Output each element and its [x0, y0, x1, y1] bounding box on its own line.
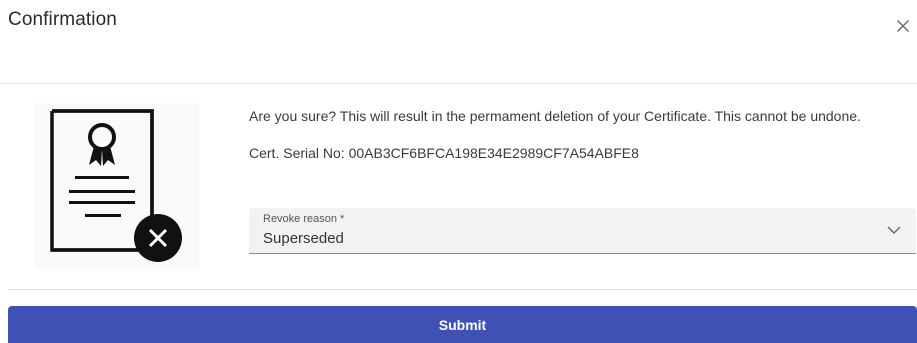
confirmation-message: Are you sure? This will result in the pe…	[249, 108, 861, 124]
dialog-title: Confirmation	[8, 9, 117, 30]
dialog-header: Confirmation	[0, 0, 917, 84]
serial-value: 00AB3CF6BFCA198E34E2989CF7A54ABFE8	[348, 145, 639, 161]
serial-number-row: Cert. Serial No: 00AB3CF6BFCA198E34E2989…	[249, 143, 909, 163]
dialog-content: Are you sure? This will result in the pe…	[249, 104, 909, 163]
certificate-illustration	[35, 103, 199, 269]
delete-x-icon	[134, 214, 182, 262]
chevron-down-icon	[887, 226, 901, 234]
revoke-reason-label: Revoke reason *	[263, 213, 345, 225]
close-button[interactable]	[893, 16, 913, 36]
revoke-reason-select[interactable]: Revoke reason * Superseded	[249, 208, 916, 254]
confirmation-dialog: Confirmation Are you sure? This will res…	[0, 0, 917, 343]
submit-button[interactable]: Submit	[8, 306, 917, 343]
serial-label: Cert. Serial No:	[249, 145, 345, 161]
revoke-reason-value: Superseded	[263, 230, 344, 247]
footer-divider	[8, 289, 917, 290]
close-icon	[897, 20, 909, 32]
